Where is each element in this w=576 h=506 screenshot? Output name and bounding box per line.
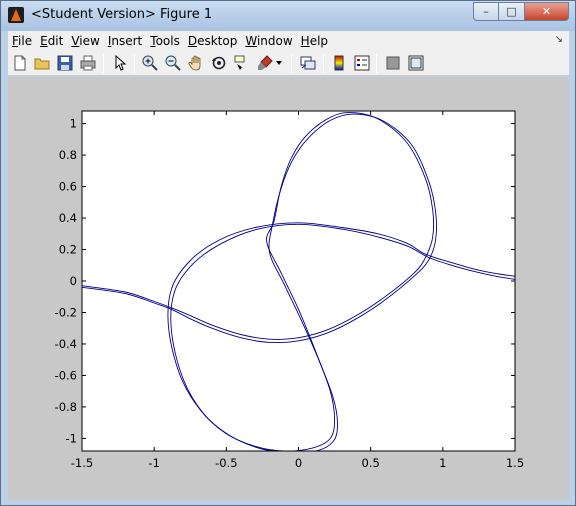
x-tick-label: 0: [295, 456, 302, 470]
open-file-icon[interactable]: [33, 54, 51, 72]
maximize-icon: □: [506, 5, 517, 18]
close-icon: ✕: [541, 5, 552, 18]
y-tick-label: -0.6: [55, 368, 77, 382]
x-tick-label: -1: [148, 456, 159, 470]
insert-colorbar-icon[interactable]: [330, 54, 348, 72]
brush-icon[interactable]: [256, 54, 274, 72]
menu-insert[interactable]: Insert: [108, 34, 142, 48]
y-tick-label: -0.8: [55, 400, 77, 414]
toolbar-separator: [291, 54, 292, 73]
hide-plot-tools-icon[interactable]: [384, 54, 402, 72]
figure-window: <Student Version> Figure 1 – □ ✕ File Ed…: [0, 0, 576, 506]
menu-tools[interactable]: Tools: [150, 34, 180, 48]
insert-legend-icon[interactable]: [353, 54, 371, 72]
menu-edit[interactable]: Edit: [40, 34, 63, 48]
y-tick-label: 0.6: [59, 180, 77, 194]
axes-background: [82, 111, 515, 451]
brush-dropdown-icon[interactable]: [273, 54, 285, 72]
x-tick-label: 0.5: [362, 456, 380, 470]
menubar-dock-arrow-icon[interactable]: ↘: [555, 34, 563, 45]
x-tick-label: 1.5: [506, 456, 524, 470]
menu-help[interactable]: Help: [301, 34, 328, 48]
x-tick-label: -0.5: [215, 456, 237, 470]
rotate-3d-icon[interactable]: [210, 54, 228, 72]
y-tick-label: 0.2: [59, 243, 77, 257]
minimize-icon: –: [483, 5, 489, 18]
x-tick-label: 1: [439, 456, 446, 470]
y-tick-label: 0: [70, 274, 77, 288]
toolbar-separator: [103, 54, 104, 73]
plot-axes[interactable]: -1.5 -1 -0.5 0 0.5 1 1.5 -1 -0.8 -0.6 -0.4 -0.2 0 0.2…: [8, 77, 569, 500]
y-tick-label: -0.4: [55, 337, 77, 351]
menu-file[interactable]: File: [12, 34, 32, 48]
window-title: <Student Version> Figure 1: [31, 7, 213, 22]
link-plot-icon[interactable]: [299, 54, 317, 72]
save-icon[interactable]: [56, 54, 74, 72]
figure-toolbar: [8, 51, 569, 76]
data-cursor-icon[interactable]: [233, 54, 251, 72]
maximize-button[interactable]: □: [499, 2, 525, 21]
y-tick-label: 1: [70, 117, 77, 131]
title-bar[interactable]: <Student Version> Figure 1 – □ ✕: [1, 1, 575, 31]
y-tick-label: 0.8: [59, 148, 77, 162]
minimize-button[interactable]: –: [473, 2, 499, 21]
menu-window[interactable]: Window: [245, 34, 292, 48]
print-icon[interactable]: [79, 54, 97, 72]
y-tick-label: -0.2: [55, 305, 77, 319]
toolbar-separator: [323, 54, 324, 73]
toolbar-separator: [376, 54, 377, 73]
zoom-out-icon[interactable]: [164, 54, 182, 72]
x-tick-label: -1.5: [71, 456, 93, 470]
menu-desktop[interactable]: Desktop: [188, 34, 238, 48]
matlab-icon: [8, 7, 24, 23]
figure-canvas: -1.5 -1 -0.5 0 0.5 1 1.5 -1 -0.8 -0.6 -0.4 -0.2 0 0.2…: [8, 77, 569, 500]
new-figure-icon[interactable]: [11, 54, 29, 72]
y-tick-label: 0.4: [59, 211, 77, 225]
toolbar-separator: [134, 54, 135, 73]
show-plot-tools-icon[interactable]: [407, 54, 425, 72]
caption-buttons: – □ ✕: [473, 2, 569, 22]
menu-bar: File Edit View Insert Tools Desktop Wind…: [8, 31, 569, 51]
zoom-in-icon[interactable]: [141, 54, 159, 72]
pan-icon[interactable]: [187, 54, 205, 72]
menu-view[interactable]: View: [71, 34, 99, 48]
y-tick-label: -1: [66, 431, 77, 445]
close-button[interactable]: ✕: [525, 2, 569, 21]
edit-plot-icon[interactable]: [111, 54, 129, 72]
